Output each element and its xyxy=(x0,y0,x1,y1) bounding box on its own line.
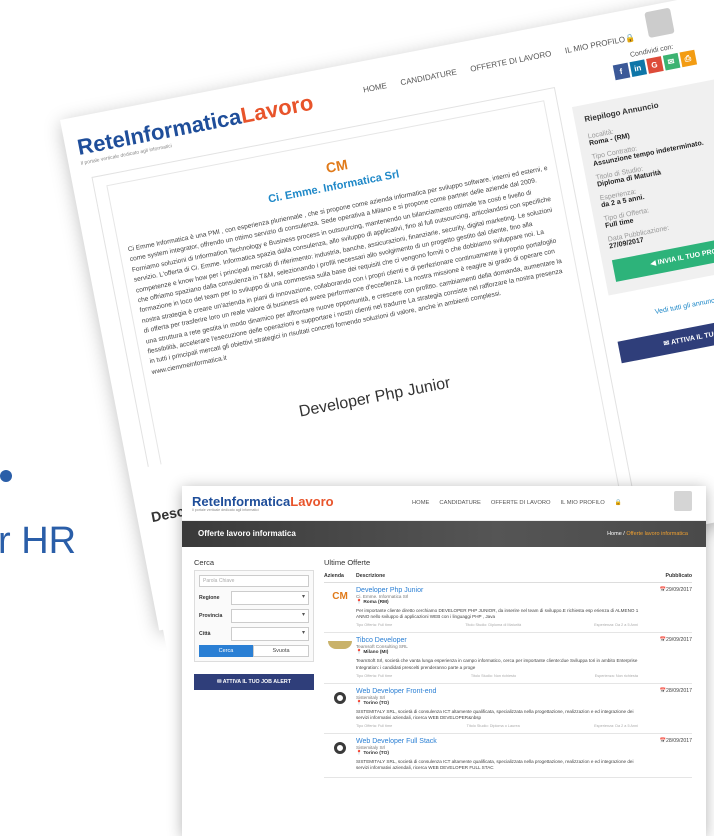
breadcrumb-current: Offerte lavoro informatica xyxy=(626,531,688,537)
site-logo[interactable]: ReteInformaticaLavoro Il portale vertica… xyxy=(192,494,334,512)
publish-date: 📅28/09/2017 xyxy=(659,738,692,745)
provincia-label: Provincia xyxy=(199,613,223,619)
regione-select[interactable] xyxy=(231,591,309,605)
linkedin-icon[interactable]: in xyxy=(628,59,647,78)
google-icon[interactable]: G xyxy=(645,56,664,74)
facebook-icon[interactable]: f xyxy=(612,62,630,81)
lock-icon[interactable]: 🔒 xyxy=(624,33,636,44)
provincia-select[interactable] xyxy=(231,609,309,623)
keyword-input[interactable]: Parola Chiave xyxy=(199,575,309,587)
job-title-link[interactable]: Web Developer Full Stack xyxy=(356,738,642,745)
nav-profilo[interactable]: IL MIO PROFILO xyxy=(564,35,626,55)
job-description: Per importante cliente diretto cerchiamo… xyxy=(356,608,639,620)
publish-date: 📅28/09/2017 xyxy=(659,687,692,694)
search-panel: Cerca Parola Chiave Regione Provincia Ci… xyxy=(194,558,314,690)
company-logo: CM xyxy=(332,591,348,602)
job-title-link[interactable]: Web Developer Front-end xyxy=(356,688,642,695)
job-list: Ultime Offerte Azienda Descrizione Pubbl… xyxy=(324,558,692,778)
avatar[interactable] xyxy=(644,7,675,39)
company-name: Sistemitaly Srl xyxy=(356,745,386,751)
company-name: Ci. Emme. Informatica Srl xyxy=(356,594,409,599)
company-description: Ci Emme Informatica è una PMI , con espe… xyxy=(127,164,564,376)
nav-offerte[interactable]: OFFERTE DI LAVORO xyxy=(470,49,553,74)
search-heading: Cerca xyxy=(194,558,215,567)
email-icon[interactable]: ✉ xyxy=(662,53,680,71)
company-logo: CM xyxy=(324,156,349,176)
nav-home[interactable]: HOME xyxy=(362,81,387,94)
company-logo xyxy=(334,691,346,704)
company-logo xyxy=(334,742,346,755)
location: 📍 Torino (TO) xyxy=(356,751,389,757)
front-screenshot-job-list: ReteInformaticaLavoro Il portale vertica… xyxy=(182,486,706,836)
nav-candidature[interactable]: CANDIDATURE xyxy=(400,68,458,88)
job-meta: Tipo Offerta: Full time Titolo Studio: Di… xyxy=(356,724,638,729)
nav-offerte[interactable]: OFFERTE DI LAVORO xyxy=(491,500,551,506)
job-title-link[interactable]: Tibco Developer xyxy=(356,637,642,644)
table-header: Azienda Descrizione Pubblicato xyxy=(324,570,692,583)
breadcrumb: Home / Offerte lavoro informatica xyxy=(607,531,688,537)
main-nav: HOME CANDIDATURE OFFERTE DI LAVORO IL MI… xyxy=(412,500,622,506)
citta-select[interactable] xyxy=(231,627,309,641)
lock-icon[interactable]: 🔒 xyxy=(615,500,622,506)
job-meta: Tipo Offerta: Full time Titolo Studio: No… xyxy=(356,673,638,678)
col-descrizione: Descrizione xyxy=(356,573,386,579)
publish-date: 📅29/09/2017 xyxy=(659,587,692,593)
company-name: Teamsoft Consulting SRL xyxy=(356,644,408,650)
company-name: Sistemitaly Srl xyxy=(356,694,386,700)
search-box: Parola Chiave Regione Provincia Città Ce… xyxy=(194,570,314,662)
location: 📍 Milano (MI) xyxy=(356,650,389,656)
breadcrumb-home[interactable]: Home xyxy=(607,531,622,537)
print-icon[interactable]: ⎙ xyxy=(679,49,697,68)
page-title: Offerte lavoro informatica xyxy=(198,529,296,538)
nav-home[interactable]: HOME xyxy=(412,500,429,506)
job-meta: Tipo Offerta: Full time Titolo Studio: Di… xyxy=(356,623,638,628)
job-row[interactable]: Web Developer Full Stack Sistemitaly Srl… xyxy=(324,734,692,778)
job-description: SISTEMITALY SRL, società di consulenza I… xyxy=(356,759,634,771)
regione-label: Regione xyxy=(199,595,220,601)
location: 📍 Roma (RM) xyxy=(356,600,389,605)
page-banner: Offerte lavoro informatica Home / Offert… xyxy=(182,521,706,547)
search-button[interactable]: Cerca xyxy=(199,645,253,657)
company-logo xyxy=(328,641,352,650)
job-title-link[interactable]: Developer Php Junior xyxy=(356,587,642,594)
nav-candidature[interactable]: CANDIDATURE xyxy=(439,500,480,506)
clear-button[interactable]: Svuota xyxy=(253,645,309,657)
job-description: TeamSoft Srl, società che vanta lunga es… xyxy=(356,658,638,670)
bullet-dot xyxy=(0,470,12,482)
job-alert-button[interactable]: ✉ ATTIVA IL TUO JOB ALERT xyxy=(194,674,314,690)
publish-date: 📅29/09/2017 xyxy=(659,637,692,644)
job-row[interactable]: CM Developer Php Junior Ci. Emme. Inform… xyxy=(324,583,692,634)
summary-panel: Riepilogo Annuncio Località: Roma - (RM)… xyxy=(571,73,714,296)
col-azienda: Azienda xyxy=(324,573,344,579)
citta-label: Città xyxy=(199,631,211,637)
location: 📍 Torino (TO) xyxy=(356,700,389,706)
list-heading: Ultime Offerte xyxy=(324,558,371,567)
job-row[interactable]: Web Developer Front-end Sistemitaly Srl … xyxy=(324,684,692,735)
avatar[interactable] xyxy=(674,491,692,511)
job-row[interactable]: Tibco Developer Teamsoft Consulting SRL … xyxy=(324,633,692,684)
nav-profilo[interactable]: IL MIO PROFILO xyxy=(561,500,605,506)
job-description: SISTEMITALY SRL, società di consulenza I… xyxy=(356,708,634,721)
slide-text: r HR xyxy=(0,520,77,562)
top-nav: ReteInformaticaLavoro Il portale vertica… xyxy=(182,486,706,521)
col-pubblicato: Pubblicato xyxy=(665,573,692,579)
